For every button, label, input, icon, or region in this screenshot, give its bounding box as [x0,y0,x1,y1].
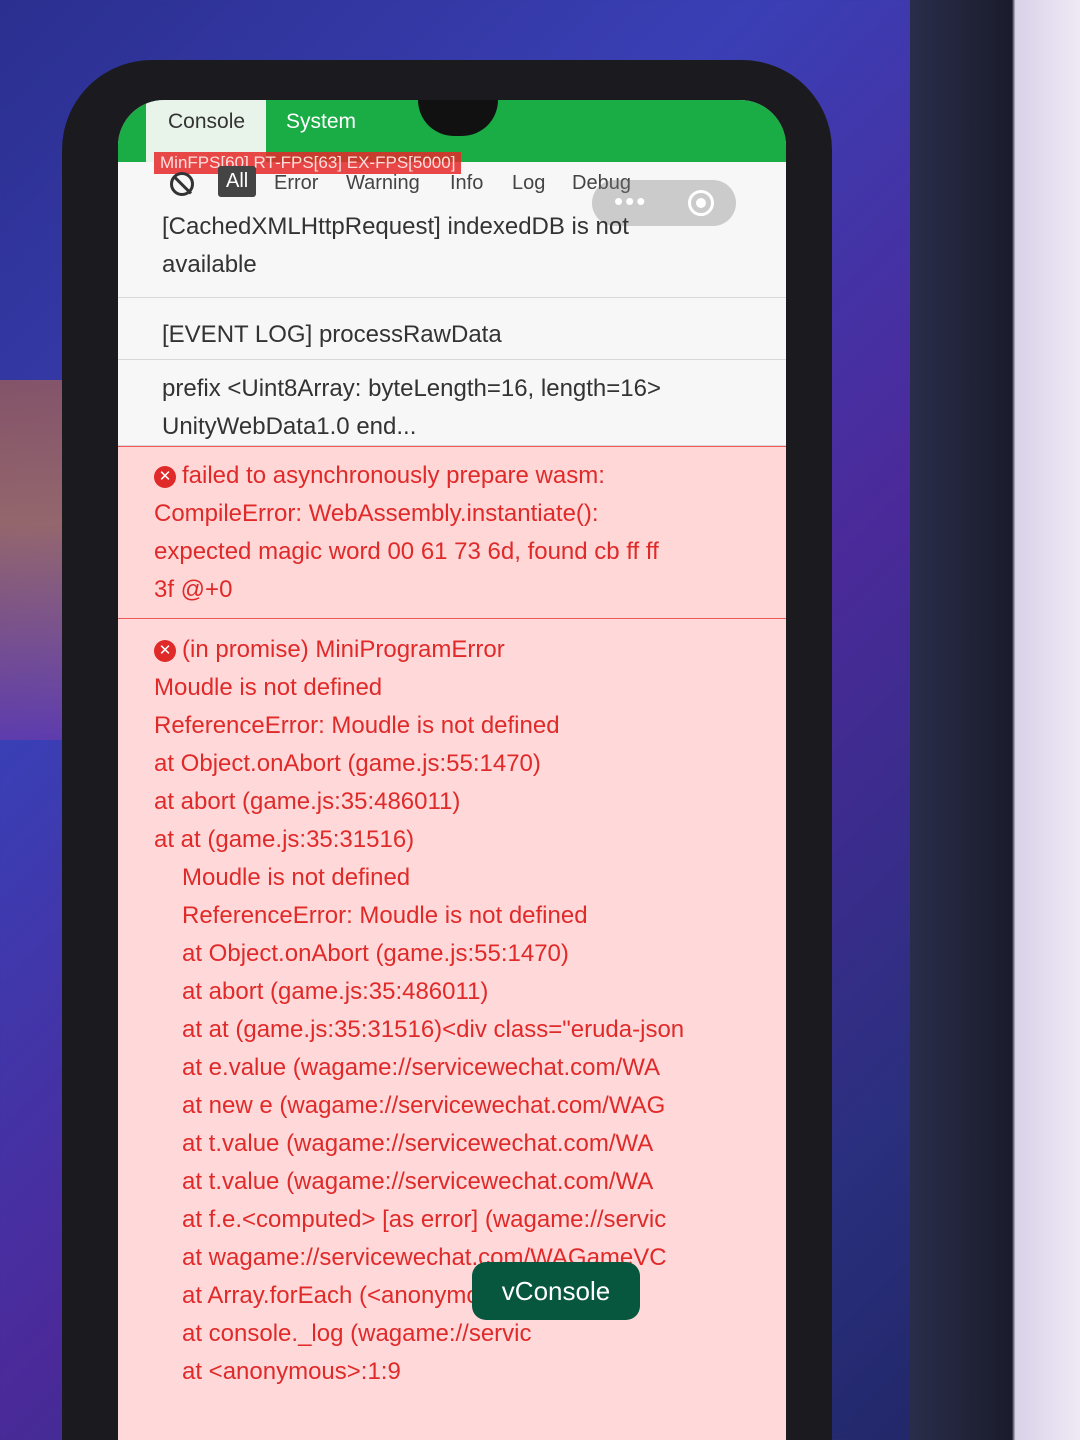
log-text: at wagame://servicewechat.com/WAGameVC [182,1244,667,1271]
log-text: at Object.onAbort (game.js:55:1470) [182,940,569,967]
log-text: at t.value (wagame://servicewechat.com/W… [182,1130,654,1157]
log-entry: [CachedXMLHttpRequest] indexedDB is not … [118,208,786,298]
log-text: prefix <Uint8Array: byteLength=16, lengt… [162,375,662,402]
log-text: at <anonymous>:1:9 [182,1358,401,1385]
log-text: at abort (game.js:35:486011) [182,978,489,1005]
log-text: at at (game.js:35:31516)<div class="erud… [182,1016,685,1043]
filter-all[interactable]: All [218,166,257,197]
filter-warning[interactable]: Warning [346,172,420,195]
log-text: ReferenceError: Moudle is not defined [154,712,560,739]
log-text: [EVENT LOG] processRawData [162,321,502,348]
error-message: failed to asynchronously prepare wasm: [182,462,605,489]
log-text: at t.value (wagame://servicewechat.com/W… [182,1168,654,1195]
log-text: at Object.onAbort (game.js:55:1470) [154,750,541,777]
log-text: ✕ failed to asynchronously prepare wasm: [154,457,762,495]
vconsole-button[interactable]: vConsole [472,1262,640,1320]
error-log-entry: ✕ (in promise) MiniProgramError Moudle is… [118,618,786,1440]
tab-system[interactable]: System [286,110,356,134]
log-text: at Array.forEach (<anonymous>) [182,1282,528,1309]
error-icon: ✕ [154,640,176,662]
log-text: at f.e.<computed> [as error] (wagame://s… [182,1206,667,1233]
log-text: 3f @+0 [154,576,233,603]
camera-notch [418,100,498,136]
log-text: ReferenceError: Moudle is not defined [182,902,588,929]
log-text: at abort (game.js:35:486011) [154,788,461,815]
log-text: available [162,251,257,278]
log-text: at at (game.js:35:31516) [154,826,415,853]
error-log-entry: ✕ failed to asynchronously prepare wasm: … [118,446,786,618]
filter-info[interactable]: Info [450,172,483,195]
log-text: Moudle is not defined [182,864,411,891]
log-text: at e.value (wagame://servicewechat.com/W… [182,1054,660,1081]
log-text: CompileError: WebAssembly.instantiate(): [154,500,599,527]
log-text: Moudle is not defined [154,674,383,701]
phone-screen: Console System MinFPS[60] RT-FPS[63] EX-… [118,100,786,1440]
log-entry: prefix <Uint8Array: byteLength=16, lengt… [118,362,786,446]
filter-log[interactable]: Log [512,172,545,195]
log-text: [CachedXMLHttpRequest] indexedDB is not [162,213,629,240]
log-text: ✕ (in promise) MiniProgramError [154,631,762,669]
log-text: expected magic word 00 61 73 6d, found c… [154,538,659,565]
log-text: at new e (wagame://servicewechat.com/WAG [182,1092,666,1119]
error-message: (in promise) MiniProgramError [182,636,505,663]
log-text: at console._log (wagame://servic [182,1320,532,1347]
error-icon: ✕ [154,466,176,488]
filter-error[interactable]: Error [274,172,318,195]
log-entry: [EVENT LOG] processRawData [118,298,786,360]
background-desk [910,0,1080,1440]
log-text: UnityWebData1.0 end... [162,413,417,440]
clear-icon[interactable] [170,172,194,196]
